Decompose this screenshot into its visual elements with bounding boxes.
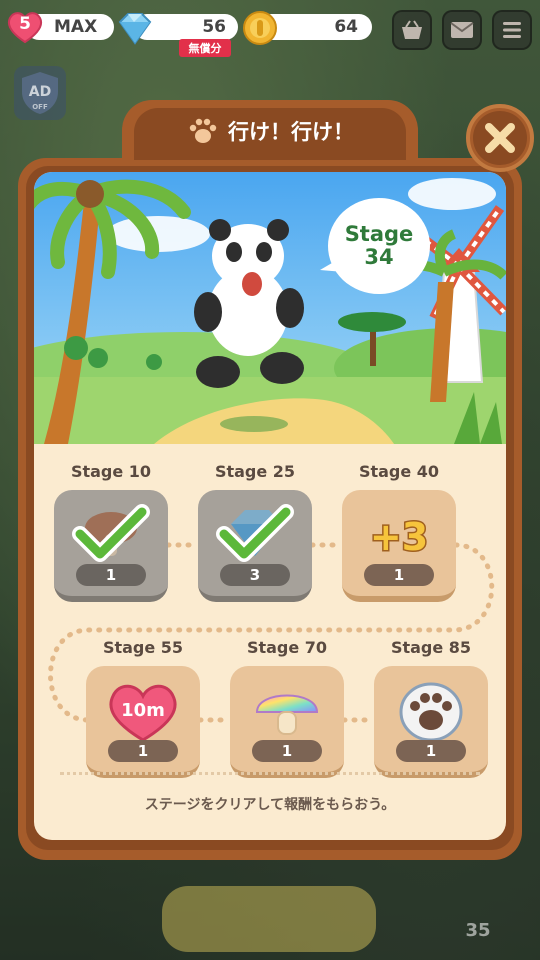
reward-card[interactable]: +3 1: [342, 490, 456, 602]
close-icon: [485, 123, 515, 153]
current-stage-number: 34: [364, 245, 394, 269]
heart-10m-text: 10m: [121, 700, 165, 721]
close-button[interactable]: [466, 104, 534, 172]
rainbow-mushroom-icon: [255, 694, 319, 735]
reward-count: 1: [396, 740, 466, 762]
close-button-inner: [473, 111, 527, 165]
hint-divider: [60, 772, 480, 775]
reward-stage-label: Stage 55: [102, 638, 184, 657]
free-gems-badge: 無償分: [179, 39, 231, 57]
paw-title-icon: [189, 118, 217, 143]
reward-count: 1: [252, 740, 322, 762]
reward-stage-70[interactable]: Stage 70 1: [230, 638, 344, 778]
reward-stage-label: Stage 40: [358, 462, 440, 481]
reward-card[interactable]: 1: [54, 490, 168, 602]
plus-three-text: +3: [370, 515, 428, 559]
reward-card[interactable]: 1: [230, 666, 344, 778]
reward-stage-label: Stage 70: [246, 638, 328, 657]
reward-card[interactable]: 3: [198, 490, 312, 602]
reward-stage-label: Stage 25: [214, 462, 296, 481]
reward-stage-85[interactable]: Stage 85 1: [374, 638, 488, 778]
reward-card[interactable]: 10m 1: [86, 666, 200, 778]
current-stage-bubble: Stage 34: [328, 198, 430, 294]
ad-off-button[interactable]: AD OFF: [14, 66, 66, 120]
reward-stage-40[interactable]: Stage 40 +3 1: [342, 462, 456, 602]
background-counter: 35: [465, 920, 491, 941]
menu-button[interactable]: [492, 10, 532, 50]
ad-label: AD: [29, 84, 51, 100]
modal-title-text: 行け！行け！: [228, 120, 354, 144]
mail-button[interactable]: [442, 10, 482, 50]
menu-icon: [503, 22, 521, 38]
mail-icon: [450, 22, 474, 38]
modal-title: 行け！行け！: [146, 113, 396, 149]
reward-stage-25[interactable]: Stage 25 3: [198, 462, 312, 602]
lives-label: MAX: [54, 17, 98, 37]
heart-10m-icon: 10m: [109, 684, 177, 742]
reward-count: 3: [220, 564, 290, 586]
coin-icon: [243, 11, 277, 45]
reward-stage-55[interactable]: Stage 55 10m 1: [86, 638, 200, 778]
background-play-button: [162, 886, 376, 952]
gem-icon: [118, 13, 152, 45]
panda-banner-illustration: [34, 172, 506, 444]
reward-count: 1: [76, 564, 146, 586]
top-hud: MAX 5 56 無償分 64: [6, 8, 534, 57]
modal-body: Stage 34 Stage 10 1 Stage 25 3 Stage 40 …: [34, 172, 506, 840]
reward-stage-label: Stage 10: [70, 462, 152, 481]
ad-shield-icon: AD OFF: [22, 72, 58, 114]
shop-button[interactable]: [392, 10, 432, 50]
check-icon: [216, 504, 294, 562]
lives-count: 5: [19, 14, 31, 34]
reward-count: 1: [364, 564, 434, 586]
reward-count: 1: [108, 740, 178, 762]
reward-card[interactable]: 1: [374, 666, 488, 778]
current-stage-label: Stage: [344, 221, 414, 246]
gems-value: 56: [202, 17, 226, 37]
paw-icon: [399, 682, 463, 742]
coins-value: 64: [334, 17, 358, 37]
reward-stage-10[interactable]: Stage 10 1: [54, 462, 168, 602]
ad-sub-label: OFF: [32, 103, 48, 111]
reward-stage-label: Stage 85: [390, 638, 472, 657]
basket-icon: [402, 20, 422, 39]
check-icon: [72, 504, 150, 562]
hint-text: ステージをクリアして報酬をもらおう。: [144, 797, 396, 813]
plus-three-icon: +3: [368, 514, 429, 561]
